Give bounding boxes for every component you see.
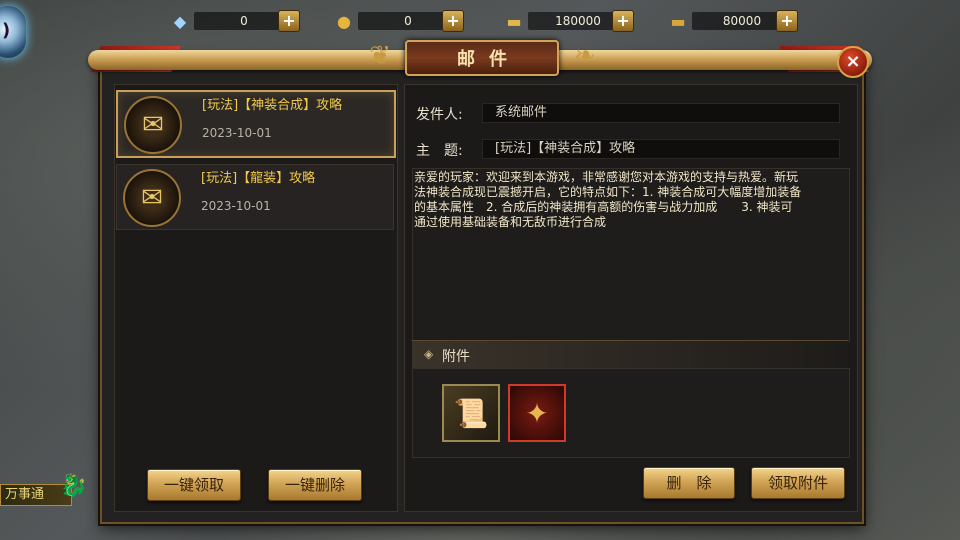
subject-label: 主 题: <box>416 143 463 159</box>
mail-date: 2023-10-01 <box>201 199 271 213</box>
resource-bar: ◆ 0 + ● 0 + ▬ 180000 + ▬ 80000 + <box>0 0 960 42</box>
add-ingot-button[interactable]: + <box>612 10 634 32</box>
diamond-icon: ◆ <box>173 11 187 31</box>
attachment-scroll-item-icon[interactable]: 📜 <box>442 384 500 442</box>
mail-envelope-icon: ✉ <box>123 169 181 227</box>
subject-field: [玩法]【神装合成】攻略 <box>482 139 840 159</box>
mail-envelope-icon: ✉ <box>124 96 182 154</box>
gold-coin-icon: ● <box>337 11 351 31</box>
delete-all-button[interactable]: 一键删除 <box>268 469 362 501</box>
sender-label: 发件人: <box>416 107 463 123</box>
diamond-bullet-icon: ◈ <box>424 347 434 361</box>
claim-attachment-button[interactable]: 领取附件 <box>751 467 845 499</box>
add-coin-button[interactable]: + <box>442 10 464 32</box>
attachment-treasure-scroll-icon[interactable]: ✦ <box>508 384 566 442</box>
gold-ingot-icon: ▬ <box>506 11 522 31</box>
close-button[interactable]: × <box>837 46 869 78</box>
add-diamond-button[interactable]: + <box>278 10 300 32</box>
sender-field: 系统邮件 <box>482 103 840 123</box>
dragon-ornament-left-icon: ❦ <box>369 41 391 71</box>
dragon-ornament-right-icon: ❧ <box>574 41 596 71</box>
claim-all-button[interactable]: 一键领取 <box>147 469 241 501</box>
dragon-icon: 🐉 <box>60 474 88 499</box>
attachment-title: 附件 <box>442 349 470 365</box>
attachment-header: ◈ 附件 <box>412 340 848 369</box>
window-title: 邮件 <box>457 49 521 70</box>
add-bound-ingot-button[interactable]: + <box>776 10 798 32</box>
mail-title: [玩法]【神装合成】攻略 <box>202 98 343 113</box>
mail-item[interactable]: ✉ [玩法]【神装合成】攻略 2023-10-01 <box>116 90 396 158</box>
mail-item[interactable]: ✉ [玩法]【龍装】攻略 2023-10-01 <box>116 164 394 230</box>
mail-title: [玩法]【龍装】攻略 <box>201 171 316 186</box>
bound-ingot-icon: ▬ <box>670 11 686 31</box>
mail-body-text: 亲爱的玩家：欢迎来到本游戏，非常感谢您对本游戏的支持与热爱。新玩法神装合成现已震… <box>414 170 802 229</box>
mail-date: 2023-10-01 <box>202 126 272 140</box>
window-title-plate: 邮件 <box>405 40 559 76</box>
delete-button[interactable]: 删 除 <box>643 467 735 499</box>
